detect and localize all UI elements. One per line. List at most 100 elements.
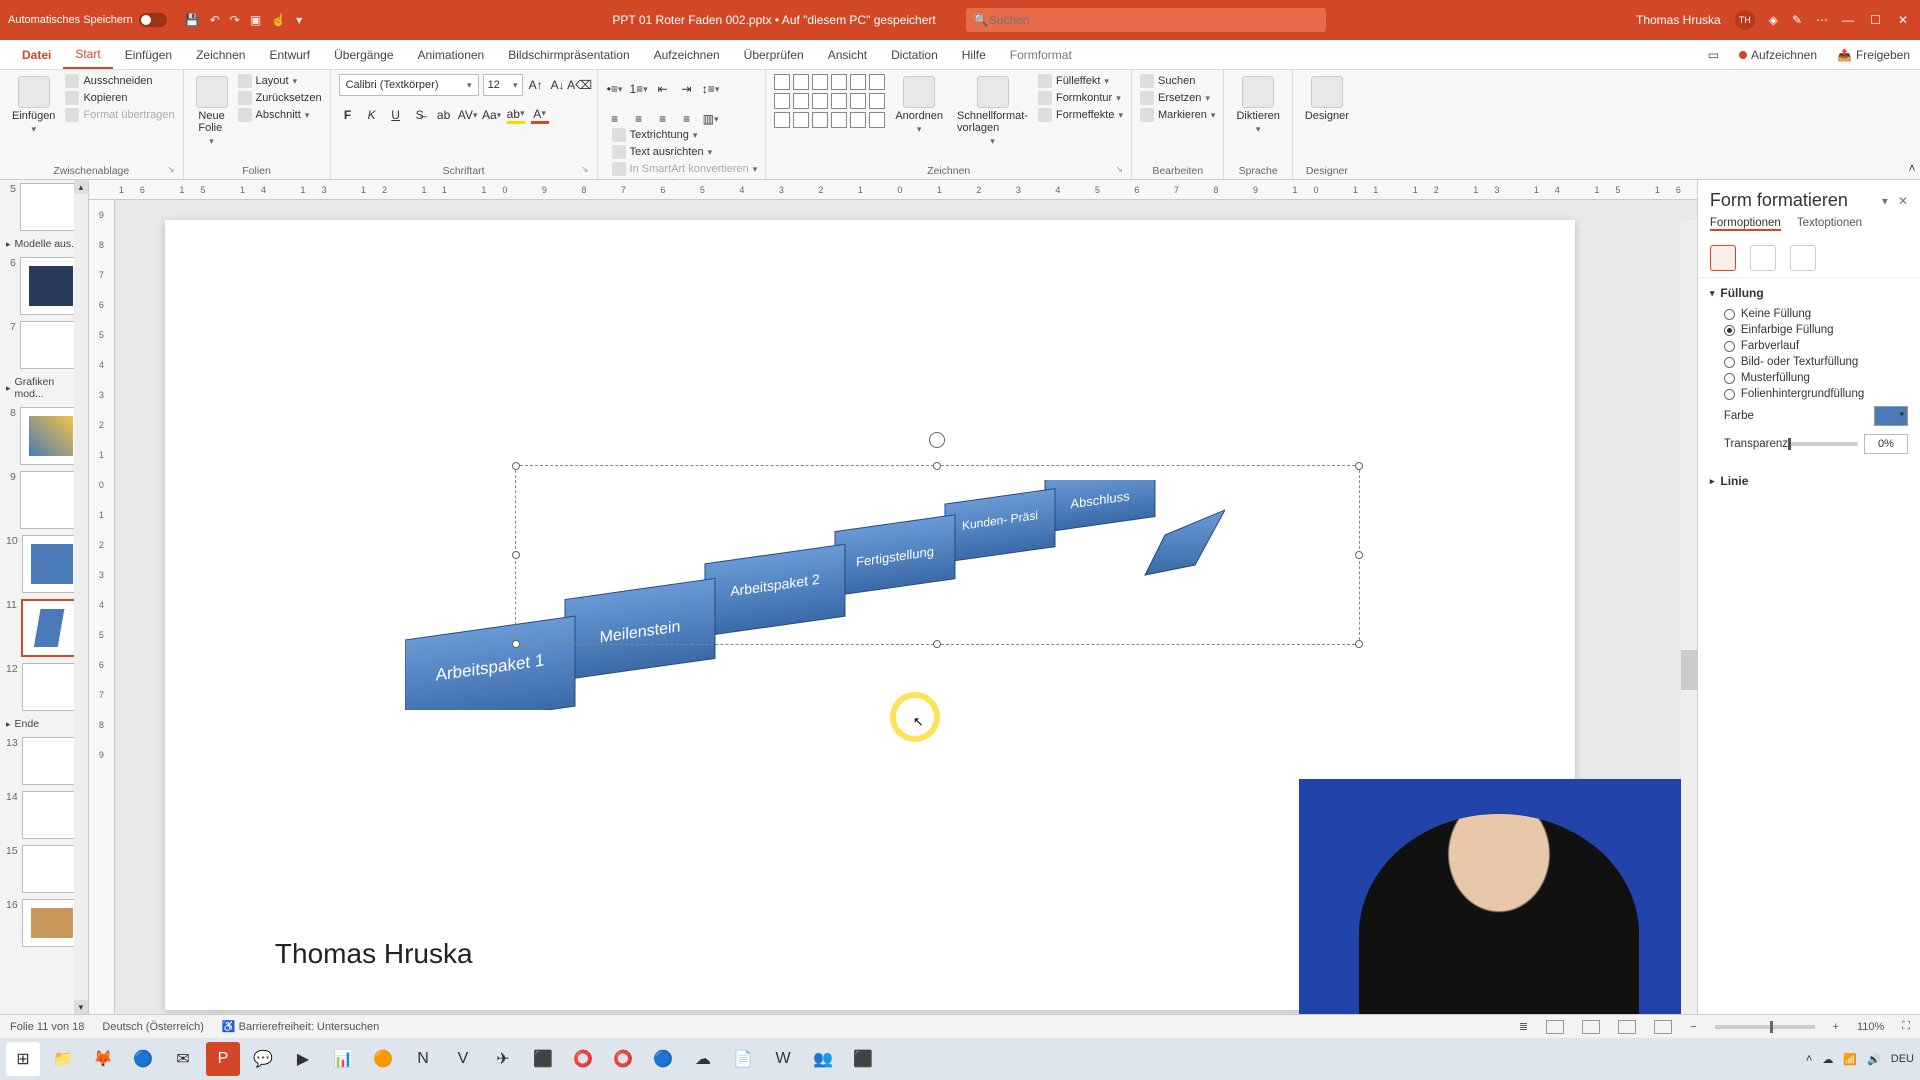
rotate-handle[interactable] xyxy=(929,432,945,448)
resize-handle[interactable] xyxy=(512,462,520,470)
select-button[interactable]: Markieren▾ xyxy=(1140,108,1215,122)
line-spacing-button[interactable]: ↕≡▾ xyxy=(702,80,720,98)
onedrive-icon[interactable]: ☁ xyxy=(1822,1053,1833,1066)
shape-fill-button[interactable]: Fülleffekt▾ xyxy=(1038,74,1123,88)
chrome-icon[interactable]: 🔵 xyxy=(126,1042,160,1076)
slide-thumb-14[interactable] xyxy=(22,791,82,839)
tab-view[interactable]: Ansicht xyxy=(816,40,879,69)
resize-handle[interactable] xyxy=(933,640,941,648)
radio-gradient-fill[interactable]: Farbverlauf xyxy=(1710,338,1908,354)
collapse-ribbon-icon[interactable]: ▭ xyxy=(1698,40,1729,69)
canvas[interactable]: Abschluss Kunden- Präsi Fertigstellung A… xyxy=(115,200,1697,1014)
shadow-button[interactable]: ab xyxy=(435,106,453,124)
launcher-icon[interactable]: ↘ xyxy=(581,164,589,175)
accessibility-check[interactable]: ♿ Barrierefreiheit: Untersuchen xyxy=(222,1020,379,1033)
new-slide-button[interactable]: Neue Folie▾ xyxy=(192,74,232,149)
editor-scrollbar[interactable] xyxy=(1681,220,1697,1014)
app-icon[interactable]: ⬛ xyxy=(526,1042,560,1076)
slide-thumb-8[interactable] xyxy=(20,407,82,465)
tab-start[interactable]: Start xyxy=(63,40,112,69)
replace-button[interactable]: Ersetzen▾ xyxy=(1140,91,1215,105)
tab-transitions[interactable]: Übergänge xyxy=(322,40,405,69)
resize-handle[interactable] xyxy=(1355,640,1363,648)
italic-button[interactable]: K xyxy=(363,106,381,124)
app-icon[interactable]: 🟠 xyxy=(366,1042,400,1076)
touch-icon[interactable]: ☝ xyxy=(271,13,286,27)
zoom-out-button[interactable]: − xyxy=(1690,1021,1696,1033)
tab-design[interactable]: Entwurf xyxy=(257,40,322,69)
section-button[interactable]: Abschnitt▾ xyxy=(238,108,322,122)
sorter-view-button[interactable] xyxy=(1582,1020,1600,1034)
tab-review[interactable]: Überprüfen xyxy=(732,40,816,69)
text-direction-button[interactable]: Textrichtung▾ xyxy=(612,128,758,142)
align-center-button[interactable]: ≡ xyxy=(630,110,648,128)
start-button[interactable]: ⊞ xyxy=(6,1042,40,1076)
toggle-switch[interactable] xyxy=(139,13,167,27)
wifi-icon[interactable]: 📶 xyxy=(1843,1053,1857,1066)
app-icon[interactable]: ☁ xyxy=(686,1042,720,1076)
language-indicator[interactable]: DEU xyxy=(1891,1053,1914,1065)
horizontal-ruler[interactable]: 16 15 14 13 12 11 10 9 8 7 6 5 4 3 2 1 0… xyxy=(89,180,1697,200)
launcher-icon[interactable]: ↘ xyxy=(1115,164,1123,175)
launcher-icon[interactable]: ↘ xyxy=(167,164,175,175)
tab-text-options[interactable]: Textoptionen xyxy=(1797,217,1862,231)
clear-format-icon[interactable]: A⌫ xyxy=(571,76,589,94)
app-icon[interactable]: ⭕ xyxy=(566,1042,600,1076)
strike-button[interactable]: S̶ xyxy=(411,106,429,124)
dictate-button[interactable]: Diktieren▾ xyxy=(1232,74,1283,137)
slide-panel-scrollbar[interactable]: ▴▾ xyxy=(74,180,88,1014)
scroll-up-icon[interactable]: ▴ xyxy=(74,180,88,194)
onenote-icon[interactable]: N xyxy=(406,1042,440,1076)
transparency-value[interactable]: 0% xyxy=(1864,434,1908,454)
autosave-toggle[interactable]: Automatisches Speichern xyxy=(8,13,167,27)
radio-solid-fill[interactable]: Einfarbige Füllung xyxy=(1710,322,1908,338)
radio-slidebg-fill[interactable]: Folienhintergrundfüllung xyxy=(1710,386,1908,402)
slide-panel[interactable]: 5 Modelle aus... 6 7 Grafiken mod... 8 9… xyxy=(0,180,89,1014)
section-line[interactable]: Linie xyxy=(1710,474,1908,488)
columns-button[interactable]: ▥▾ xyxy=(702,110,720,128)
pane-close-icon[interactable]: ✕ xyxy=(1898,194,1908,208)
notes-button[interactable]: ≣ xyxy=(1519,1020,1528,1033)
section-fill[interactable]: Füllung xyxy=(1710,286,1908,300)
qat-more-icon[interactable]: ▾ xyxy=(296,13,302,27)
shrink-font-icon[interactable]: A↓ xyxy=(549,76,567,94)
font-color-button[interactable]: A▾ xyxy=(531,106,549,124)
font-size-combo[interactable]: 12▾ xyxy=(483,74,523,96)
reading-view-button[interactable] xyxy=(1618,1020,1636,1034)
telegram-icon[interactable]: ✈ xyxy=(486,1042,520,1076)
collapse-ribbon-button[interactable]: ˄ xyxy=(1904,70,1920,179)
reset-button[interactable]: Zurücksetzen xyxy=(238,91,322,105)
align-right-button[interactable]: ≡ xyxy=(654,110,672,128)
minimize-button[interactable]: — xyxy=(1842,13,1856,27)
fill-line-tab-icon[interactable] xyxy=(1710,245,1736,271)
slideshow-view-button[interactable] xyxy=(1654,1020,1672,1034)
search-input[interactable] xyxy=(989,13,1318,27)
resize-handle[interactable] xyxy=(1355,551,1363,559)
slide-thumb-11[interactable] xyxy=(21,599,82,657)
arrange-button[interactable]: Anordnen▾ xyxy=(891,74,947,137)
shape-outline-button[interactable]: Formkontur▾ xyxy=(1038,91,1123,105)
tab-insert[interactable]: Einfügen xyxy=(113,40,184,69)
record-button[interactable]: Aufzeichnen xyxy=(1729,40,1827,69)
teams-icon[interactable]: 👥 xyxy=(806,1042,840,1076)
app-icon[interactable]: 📊 xyxy=(326,1042,360,1076)
vlc-icon[interactable]: ▶ xyxy=(286,1042,320,1076)
tab-shape-format[interactable]: Formformat xyxy=(998,40,1084,69)
diamond-icon[interactable]: ◈ xyxy=(1769,13,1778,27)
find-button[interactable]: Suchen xyxy=(1140,74,1215,88)
case-button[interactable]: Aa▾ xyxy=(483,106,501,124)
app-icon[interactable]: 💬 xyxy=(246,1042,280,1076)
word-icon[interactable]: W xyxy=(766,1042,800,1076)
document-title[interactable]: PPT 01 Roter Faden 002.pptx • Auf "diese… xyxy=(612,13,935,27)
cut-button[interactable]: Ausschneiden xyxy=(65,74,174,88)
zoom-slider[interactable] xyxy=(1715,1025,1815,1029)
vertical-ruler[interactable]: 9876543210123456789 xyxy=(89,200,115,1014)
app-icon[interactable]: V xyxy=(446,1042,480,1076)
layout-button[interactable]: Layout▾ xyxy=(238,74,322,88)
resize-handle[interactable] xyxy=(933,462,941,470)
close-button[interactable]: ✕ xyxy=(1898,13,1912,27)
radio-no-fill[interactable]: Keine Füllung xyxy=(1710,306,1908,322)
font-name-combo[interactable]: Calibri (Textkörper)▾ xyxy=(339,74,479,96)
spacing-button[interactable]: AV▾ xyxy=(459,106,477,124)
indent-inc-button[interactable]: ⇥ xyxy=(678,80,696,98)
